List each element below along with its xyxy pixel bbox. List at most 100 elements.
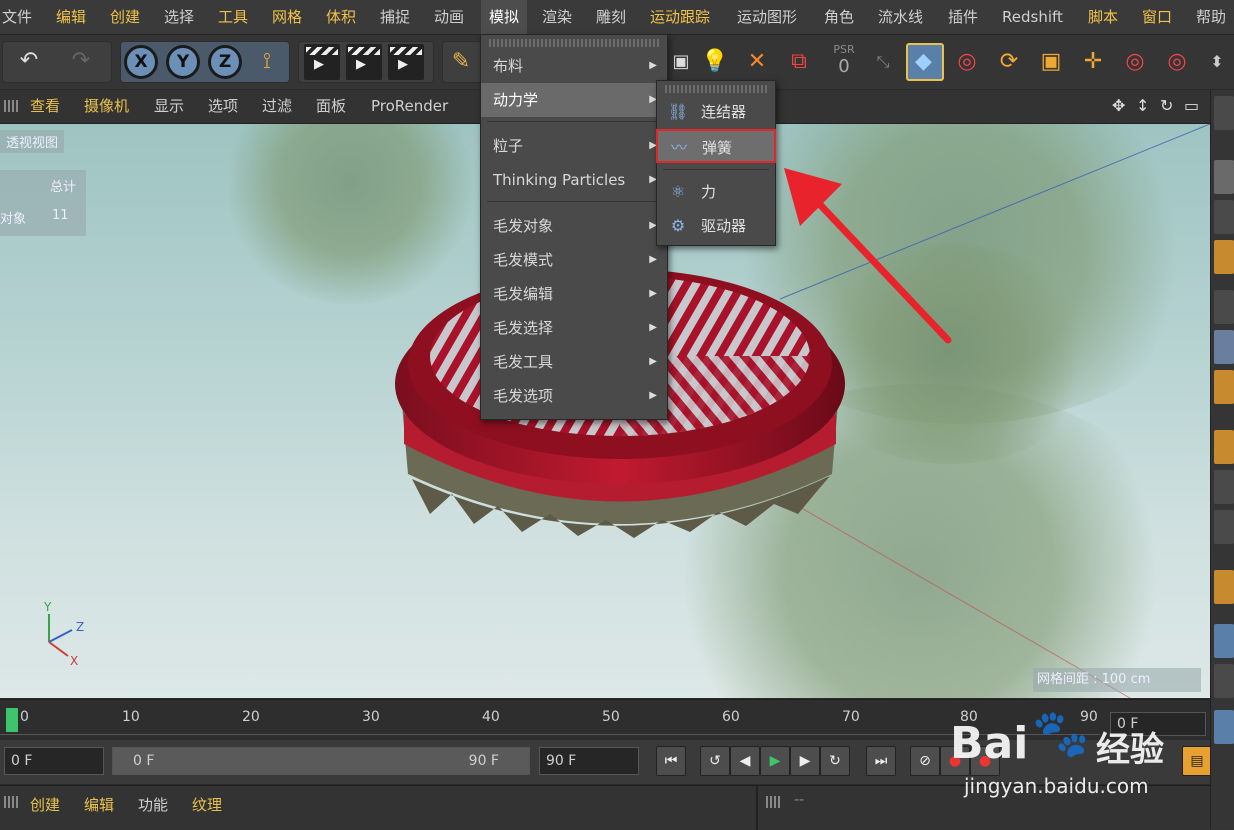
play-button[interactable]: ▶ — [760, 746, 790, 776]
view-menu-filter[interactable]: 过滤 — [262, 90, 292, 123]
submenu-arrow-icon: ▶ — [649, 390, 657, 401]
material-menu-texture[interactable]: 纹理 — [192, 794, 222, 815]
menu-character[interactable]: 角色 — [824, 0, 854, 34]
dock-tool-button[interactable] — [1214, 96, 1234, 130]
watermark-brand: Bai — [950, 718, 1029, 769]
submenu-item-motor[interactable]: ⚙ 驱动器 — [657, 209, 775, 243]
previous-frame-button[interactable]: ◀ — [730, 746, 760, 776]
render-settings-icon[interactable] — [388, 44, 424, 80]
live-selection-icon[interactable]: ◎ — [950, 44, 984, 80]
material-menu-create[interactable]: 创建 — [30, 794, 60, 815]
dock-tool-button[interactable] — [1214, 200, 1234, 234]
model-mode-button[interactable]: ◆ — [906, 43, 944, 81]
view-menu-prorender[interactable]: ProRender — [371, 90, 448, 123]
menu-item-hair-edit[interactable]: 毛发编辑 ▶ — [481, 277, 667, 311]
go-to-start-button[interactable]: ⏮ — [656, 746, 686, 776]
menu-render[interactable]: 渲染 — [542, 0, 572, 34]
dock-tool-button[interactable] — [1214, 624, 1234, 658]
dock-tool-button[interactable] — [1214, 160, 1234, 194]
view-menu-camera[interactable]: 摄像机 — [84, 90, 129, 123]
render-picture-viewer-icon[interactable] — [346, 44, 382, 80]
menu-item-hair-tools[interactable]: 毛发工具 ▶ — [481, 345, 667, 379]
rotate-icon[interactable]: ⟳ — [992, 44, 1026, 80]
maximize-view-icon[interactable]: ▭ — [1184, 96, 1199, 115]
next-frame-button[interactable]: ▶ — [790, 746, 820, 776]
menu-create[interactable]: 创建 — [110, 0, 140, 34]
go-to-end-button[interactable]: ⏭ — [866, 746, 896, 776]
submenu-item-force[interactable]: ⚛ 力 — [657, 175, 775, 209]
previous-key-button[interactable]: ↺ — [700, 746, 730, 776]
dock-tool-button[interactable] — [1214, 370, 1234, 404]
end-frame-field[interactable]: 90 F — [539, 747, 639, 775]
more-tools-icon[interactable]: ⬍ — [1200, 44, 1234, 80]
menu-motion-tracking[interactable]: 运动跟踪 — [650, 0, 710, 34]
menu-animate[interactable]: 动画 — [434, 0, 464, 34]
menu-redshift[interactable]: Redshift — [1002, 0, 1063, 34]
view-menu-panel[interactable]: 面板 — [316, 90, 346, 123]
redo-icon[interactable]: ↷ — [61, 48, 101, 76]
scale-icon[interactable]: ▣ — [1034, 44, 1068, 80]
view-menu-display[interactable]: 显示 — [154, 90, 184, 123]
dock-tool-button[interactable] — [1214, 240, 1234, 274]
menu-script[interactable]: 脚本 — [1088, 0, 1118, 34]
menu-mograph[interactable]: 运动图形 — [737, 0, 797, 34]
menu-edit[interactable]: 编辑 — [56, 0, 86, 34]
dock-tool-button[interactable] — [1214, 430, 1234, 464]
menu-item-hair-mode[interactable]: 毛发模式 ▶ — [481, 243, 667, 277]
material-menu-edit[interactable]: 编辑 — [84, 794, 114, 815]
record-active-button[interactable]: ⊘ — [910, 746, 940, 776]
view-menu-options[interactable]: 选项 — [208, 90, 238, 123]
menu-item-cloth[interactable]: 布料 ▶ — [481, 49, 667, 83]
next-key-button[interactable]: ↻ — [820, 746, 850, 776]
menu-select[interactable]: 选择 — [164, 0, 194, 34]
menu-window[interactable]: 窗口 — [1142, 0, 1172, 34]
menu-volume[interactable]: 体积 — [326, 0, 356, 34]
rotate-view-icon[interactable]: ↻ — [1160, 96, 1173, 115]
menu-sculpt[interactable]: 雕刻 — [596, 0, 626, 34]
dock-tool-button[interactable] — [1214, 290, 1234, 324]
floor-icon[interactable]: ⧉ — [782, 44, 816, 80]
z-axis-lock-button[interactable]: Z — [208, 45, 242, 79]
y-axis-lock-button[interactable]: Y — [166, 45, 200, 79]
menu-item-hair-options[interactable]: 毛发选项 ▶ — [481, 379, 667, 413]
menu-item-dynamics[interactable]: 动力学 ▶ — [481, 83, 667, 117]
menu-item-hair-objects[interactable]: 毛发对象 ▶ — [481, 209, 667, 243]
undo-icon[interactable]: ↶ — [9, 48, 49, 76]
dock-tool-button[interactable] — [1214, 664, 1234, 698]
start-frame-field[interactable]: 0 F — [4, 747, 104, 775]
playhead-marker[interactable] — [6, 708, 18, 732]
move-icon[interactable]: ✛ — [1076, 44, 1110, 80]
pan-view-icon[interactable]: ✥ — [1112, 96, 1125, 115]
menu-tools[interactable]: 工具 — [218, 0, 248, 34]
dock-tool-button[interactable] — [1214, 510, 1234, 544]
menu-file[interactable]: 文件 — [2, 0, 32, 34]
menu-help[interactable]: 帮助 — [1196, 0, 1226, 34]
pen-tool-icon[interactable]: ✎ — [444, 44, 478, 80]
dock-tool-button[interactable] — [1214, 470, 1234, 504]
menu-snap[interactable]: 捕捉 — [380, 0, 410, 34]
camera-icon[interactable]: ▣ — [664, 44, 698, 80]
menu-simulate[interactable]: 模拟 — [481, 0, 528, 34]
frame-range-slider[interactable]: 0 F 90 F — [112, 747, 530, 775]
snap-settings-icon[interactable]: ⤡ — [866, 44, 900, 80]
submenu-item-spring[interactable]: 〰 弹簧 — [656, 129, 776, 163]
render-view-icon[interactable] — [304, 44, 340, 80]
zoom-view-icon[interactable]: ↕ — [1136, 96, 1149, 115]
coordinate-system-icon[interactable]: ⟟ — [250, 44, 284, 80]
dock-tool-button[interactable] — [1214, 570, 1234, 604]
dock-tool-button[interactable] — [1214, 330, 1234, 364]
menu-plugins[interactable]: 插件 — [948, 0, 978, 34]
select-tool-2-icon[interactable]: ◎ — [1160, 44, 1194, 80]
view-menu-view[interactable]: 查看 — [30, 90, 60, 123]
menu-item-thinking-particles[interactable]: Thinking Particles ▶ — [481, 163, 667, 197]
x-axis-lock-button[interactable]: X — [124, 45, 158, 79]
material-menu-function[interactable]: 功能 — [138, 794, 168, 815]
menu-item-particles[interactable]: 粒子 ▶ — [481, 129, 667, 163]
menu-pipeline[interactable]: 流水线 — [878, 0, 923, 34]
menu-mesh[interactable]: 网格 — [272, 0, 302, 34]
select-tool-icon[interactable]: ◎ — [1118, 44, 1152, 80]
submenu-item-connector[interactable]: ⛓ 连结器 — [657, 95, 775, 129]
menu-item-hair-selection[interactable]: 毛发选择 ▶ — [481, 311, 667, 345]
light-icon[interactable]: 💡 — [698, 44, 732, 80]
scene-icon[interactable]: ✕ — [740, 44, 774, 80]
